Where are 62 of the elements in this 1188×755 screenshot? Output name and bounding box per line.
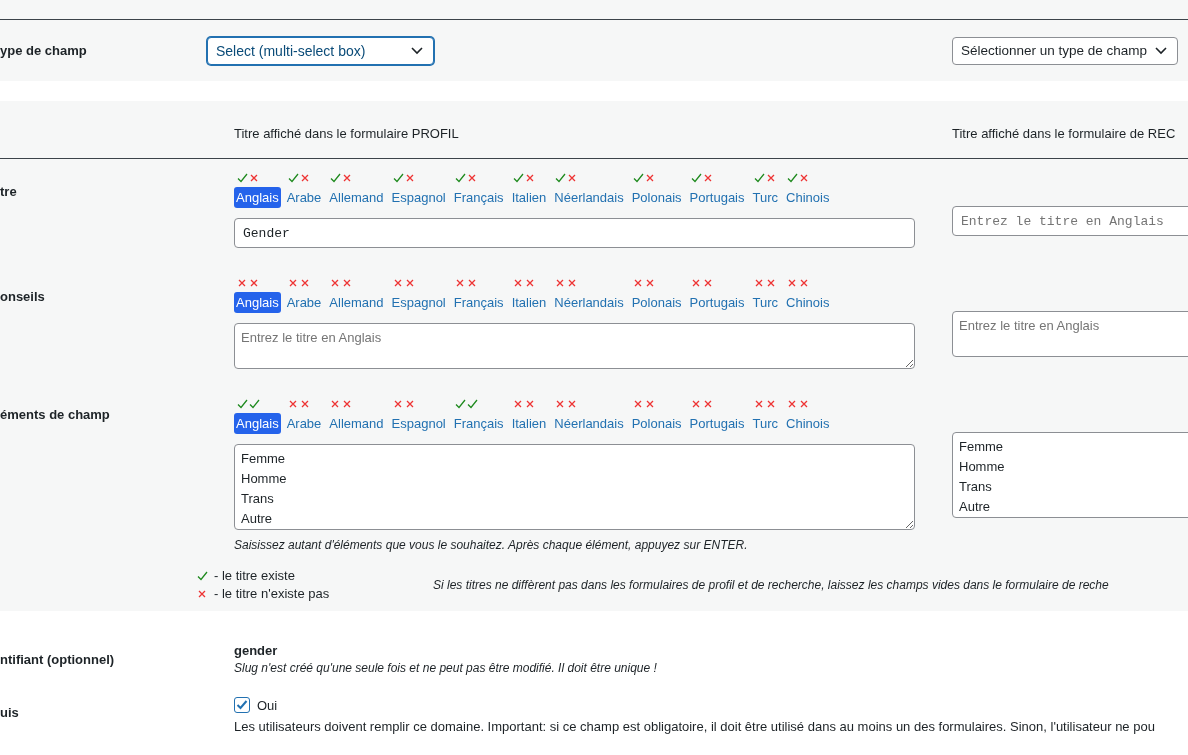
legend-text: - le titre n'existe pas [214, 586, 330, 601]
field-type-select[interactable]: Sélectionner un type de champ [952, 36, 1178, 65]
language-tab[interactable]: Néerlandais [552, 413, 626, 434]
hint-textarea[interactable]: Entrez le titre en Anglais [234, 323, 915, 369]
language-tab[interactable]: Turc [750, 413, 781, 434]
field-label: uis [0, 704, 20, 720]
checkbox-label: Oui [257, 697, 278, 713]
title-input[interactable]: Entrez le titre en Anglais [952, 206, 1188, 236]
language-tab[interactable]: Anglais [234, 292, 281, 313]
title-input[interactable]: Gender [234, 218, 915, 248]
language-tab[interactable]: Chinois [784, 413, 832, 434]
chevron-down-icon [1155, 46, 1167, 55]
language-tab[interactable]: Allemand [327, 292, 386, 313]
required-checkbox[interactable] [234, 697, 250, 713]
hint-text: Saisissez autant d'éléments que vous le souhaitez. Après chaque élément, appuyez sur ENTER. [234, 538, 749, 552]
language-tab[interactable]: Polonais [629, 413, 684, 434]
language-tab[interactable]: Français [451, 292, 506, 313]
language-tab[interactable]: Allemand [327, 413, 386, 434]
language-tab[interactable]: Chinois [784, 292, 832, 313]
field-type-select[interactable]: Select (multi-select box) [207, 36, 434, 65]
language-tab[interactable]: Espagnol [389, 292, 448, 313]
column-header: Titre affiché dans le formulaire de REC [952, 126, 1177, 143]
field-label: ntifiant (optionnel) [0, 651, 116, 667]
language-tab[interactable]: Turc [750, 187, 781, 208]
language-tab[interactable]: Français [451, 187, 506, 208]
items-textarea[interactable]: Femme Homme Trans Autre [952, 432, 1188, 518]
language-tab[interactable]: Portugais [687, 413, 747, 434]
language-tab[interactable]: Arabe [284, 187, 324, 208]
language-tab[interactable]: Polonais [629, 187, 684, 208]
field-label: ype de champ [0, 43, 88, 58]
field-label: tre [0, 183, 18, 201]
chevron-down-icon [411, 46, 423, 55]
language-tab[interactable]: Espagnol [389, 413, 448, 434]
language-tab[interactable]: Espagnol [389, 187, 448, 208]
language-tab[interactable]: Portugais [687, 187, 747, 208]
language-tab[interactable]: Portugais [687, 292, 747, 313]
language-tab[interactable]: Arabe [284, 413, 324, 434]
language-tab[interactable]: Italien [509, 413, 549, 434]
language-tab[interactable]: Polonais [629, 292, 684, 313]
language-tab[interactable]: Italien [509, 187, 549, 208]
language-tab[interactable]: Allemand [327, 187, 386, 208]
field-label: éments de champ [0, 406, 111, 424]
language-tab[interactable]: Anglais [234, 187, 281, 208]
note-text: Si les titres ne diffèrent pas dans les formulaires de profil et de recherche, laissez les champs vides dans le formulaire de reche [433, 578, 1109, 592]
check-icon [197, 570, 208, 581]
language-tab[interactable]: Néerlandais [552, 292, 626, 313]
language-tab[interactable]: Italien [509, 292, 549, 313]
slug-value: gender [234, 643, 279, 658]
description-text: Les utilisateurs doivent remplir ce domaine. Important: si ce champ est obligatoire, il doit être utilisé dans au moins un des formulaires. Sinon, l'utilisateur ne pou [234, 719, 1156, 734]
items-textarea[interactable]: Femme Homme Trans Autre [234, 444, 915, 530]
language-tab[interactable]: Anglais [234, 413, 281, 434]
legend-text: - le titre existe [214, 568, 295, 583]
cross-icon [197, 588, 208, 599]
language-tab[interactable]: Néerlandais [552, 187, 626, 208]
field-label: onseils [0, 288, 46, 306]
language-tab[interactable]: Arabe [284, 292, 324, 313]
slug-note: Slug n'est créé qu'une seule fois et ne peut pas être modifié. Il doit être unique ! [234, 661, 658, 675]
hint-textarea[interactable]: Entrez le titre en Anglais [952, 311, 1188, 357]
language-tab[interactable]: Chinois [784, 187, 832, 208]
language-tab[interactable]: Français [451, 413, 506, 434]
column-header: Titre affiché dans le formulaire PROFIL [234, 126, 460, 143]
language-tab[interactable]: Turc [750, 292, 781, 313]
